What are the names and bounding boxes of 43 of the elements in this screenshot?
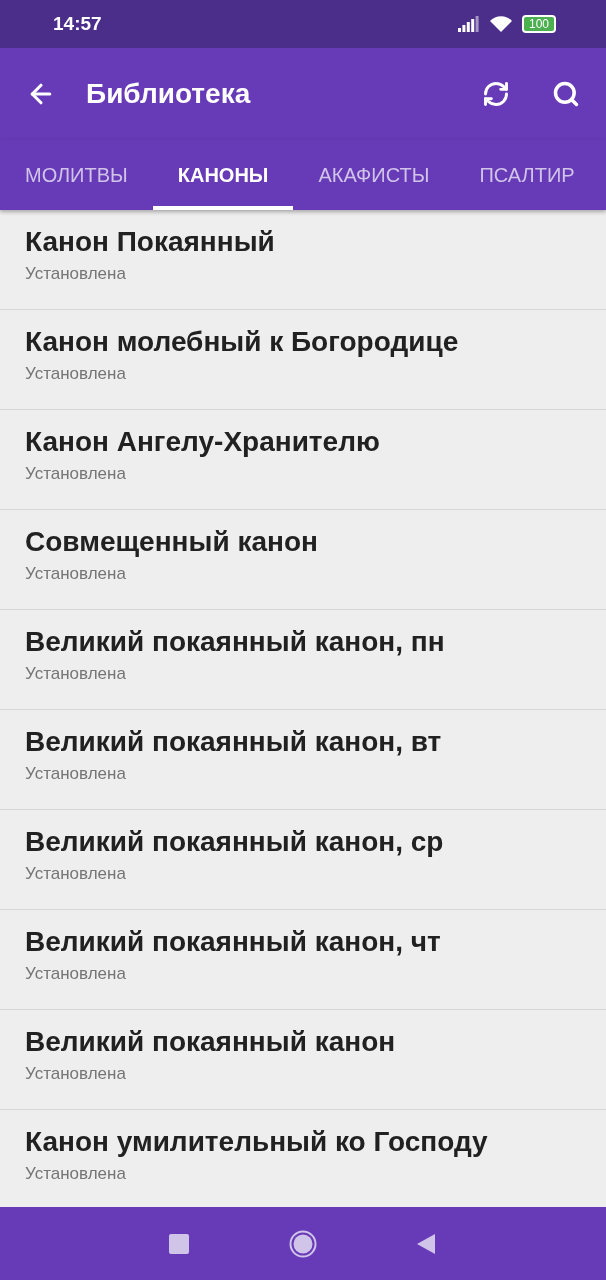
item-status: Установлена <box>25 264 127 284</box>
item-status: Установлена <box>25 664 127 684</box>
list-item[interactable]: Великий покаянный канон, пн Установлена <box>0 610 606 710</box>
tab[interactable]: КАНОНЫ <box>152 140 294 210</box>
item-status: Установлена <box>25 464 127 484</box>
item-status: Установлена <box>25 864 127 884</box>
item-status: Установлена <box>25 964 127 984</box>
item-title: Канон умилительный ко Господу <box>25 1126 489 1158</box>
home-button[interactable] <box>289 1229 317 1258</box>
list-item[interactable]: Великий покаянный канон Установлена <box>0 1010 606 1110</box>
item-title: Совмещенный канон <box>25 526 319 558</box>
item-title: Великий покаянный канон, вт <box>25 726 443 758</box>
tab[interactable]: МОЛИТВЫ <box>0 140 153 210</box>
item-status: Установлена <box>25 764 127 784</box>
wifi-icon <box>489 16 512 32</box>
item-status: Установлена <box>25 1164 127 1184</box>
item-title: Канон молебный к Богородице <box>25 326 460 358</box>
recents-button[interactable] <box>169 1233 189 1254</box>
item-title: Великий покаянный канон, ср <box>25 826 445 858</box>
item-title: Канон Покаянный <box>25 226 276 258</box>
item-title: Великий покаянный канон <box>25 1026 397 1058</box>
item-status: Установлена <box>25 364 127 384</box>
tab[interactable]: АКАФИСТЫ <box>293 140 455 210</box>
item-title: Канон Ангелу-Хранителю <box>25 426 381 458</box>
list-item[interactable]: Канон Ангелу-Хранителю Установлена <box>0 410 606 510</box>
item-status: Установлена <box>25 564 127 584</box>
status-time: 14:57 <box>53 13 103 35</box>
list-item[interactable]: Совмещенный канон Установлена <box>0 510 606 610</box>
list-item[interactable]: Великий покаянный канон, вт Установлена <box>0 710 606 810</box>
list-item[interactable]: Канон молебный к Богородице Установлена <box>0 310 606 410</box>
screen-title: Библиотека <box>86 78 252 110</box>
sync-icon <box>482 80 510 108</box>
item-title: Великий покаянный канон, чт <box>25 926 442 958</box>
search-icon <box>552 80 580 108</box>
item-title: Великий покаянный канон, пн <box>25 626 446 658</box>
back-nav-button[interactable] <box>417 1232 437 1255</box>
list-item[interactable]: Канон Покаянный Установлена <box>0 210 606 310</box>
signal-icon <box>457 16 480 32</box>
list-item[interactable]: Великий покаянный канон, чт Установлена <box>0 910 606 1010</box>
tab[interactable]: ПСАЛТИР <box>454 140 600 210</box>
list-item[interactable]: Великий покаянный канон, ср Установлена <box>0 810 606 910</box>
item-status: Установлена <box>25 1064 127 1084</box>
battery-icon: 100 <box>521 15 556 33</box>
